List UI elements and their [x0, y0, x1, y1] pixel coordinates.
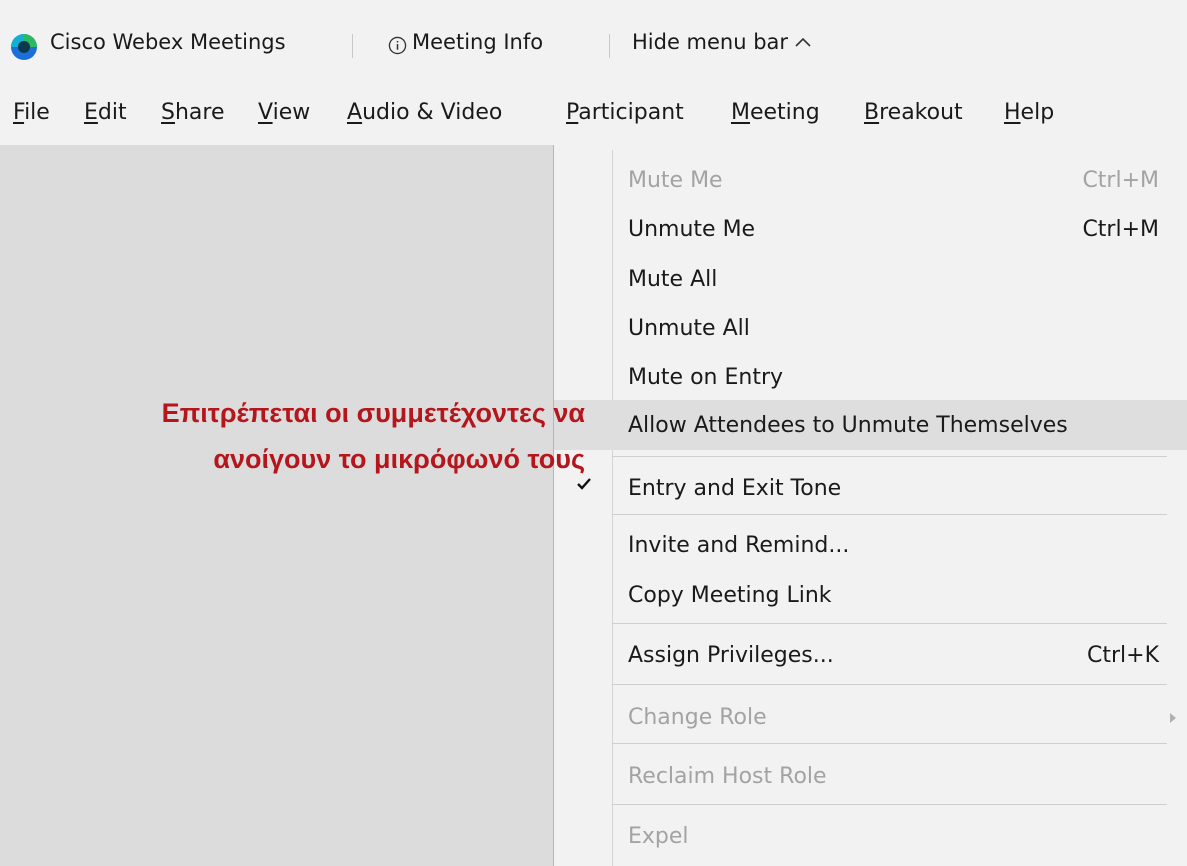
menu-breakout[interactable]: Breakout	[864, 100, 963, 125]
title-divider	[352, 34, 353, 58]
menu-item-shortcut: Ctrl+K	[1086, 642, 1159, 668]
menu-item-label: Reclaim Host Role	[628, 763, 827, 789]
menu-help-rest: elp	[1020, 100, 1055, 125]
menu-help-mnemonic: H	[1004, 100, 1021, 125]
menu-item-label: Unmute Me	[628, 216, 756, 242]
menu-separator	[612, 514, 1167, 515]
menu-file-mnemonic: F	[13, 100, 25, 125]
app-title: Cisco Webex Meetings	[50, 30, 286, 54]
menu-item-label: Change Role	[628, 704, 767, 730]
title-bar: Cisco Webex Meetings Meeting Info Hide m…	[0, 0, 1187, 95]
menu-item-label: Assign Privileges...	[628, 642, 834, 668]
menu-item-entry-exit-tone[interactable]: Entry and Exit Tone	[612, 463, 1169, 513]
menu-edit-rest: dit	[97, 100, 127, 125]
menu-item-reclaim-host-role[interactable]: Reclaim Host Role	[612, 751, 1169, 801]
menu-view[interactable]: View	[258, 100, 310, 125]
menu-item-assign-privileges[interactable]: Assign Privileges... Ctrl+K	[612, 630, 1169, 680]
menu-item-shortcut: Ctrl+M	[1082, 216, 1159, 242]
menu-share-rest: hare	[174, 100, 225, 125]
menu-separator	[612, 623, 1167, 624]
menu-item-unmute-me[interactable]: Unmute Me Ctrl+M	[612, 204, 1169, 254]
menu-edit[interactable]: Edit	[84, 100, 127, 125]
menu-separator	[612, 743, 1167, 744]
menu-view-rest: iew	[272, 100, 311, 125]
meeting-info-button[interactable]: Meeting Info	[412, 30, 543, 54]
menu-item-change-role[interactable]: Change Role	[612, 692, 1169, 742]
menu-item-label: Allow Attendees to Unmute Themselves	[628, 412, 1068, 438]
menu-breakout-mnemonic: B	[864, 100, 880, 125]
menu-separator	[612, 804, 1167, 805]
menu-help[interactable]: Help	[1004, 100, 1054, 125]
menu-item-label: Unmute All	[628, 315, 750, 341]
menu-item-mute-all[interactable]: Mute All	[612, 254, 1169, 304]
menu-meeting[interactable]: Meeting	[731, 100, 820, 125]
menu-participant-mnemonic: P	[566, 100, 579, 125]
annotation-callout: Επιτρέπεται οι συμμετέχοντες να ανοίγουν…	[0, 390, 585, 482]
menu-participant[interactable]: Participant	[566, 100, 684, 125]
menu-file[interactable]: File	[13, 100, 50, 125]
menu-share[interactable]: Share	[161, 100, 225, 125]
menu-item-invite-remind[interactable]: Invite and Remind...	[612, 520, 1169, 570]
info-icon[interactable]	[388, 36, 407, 55]
menu-audio-rest: udio & Video	[362, 100, 503, 125]
annotation-line-2: ανοίγουν το μικρόφωνό τους	[213, 444, 585, 474]
menu-meeting-mnemonic: M	[731, 100, 750, 125]
menu-audio-mnemonic: A	[347, 100, 363, 125]
menu-view-mnemonic: V	[258, 100, 273, 125]
menu-item-unmute-all[interactable]: Unmute All	[612, 303, 1169, 353]
title-divider	[609, 34, 610, 58]
hide-menu-bar-button[interactable]: Hide menu bar	[632, 30, 812, 54]
menu-file-rest: ile	[24, 100, 50, 125]
menu-item-label: Mute All	[628, 266, 718, 292]
menu-edit-mnemonic: E	[84, 100, 98, 125]
menu-item-shortcut: Ctrl+M	[1082, 167, 1159, 193]
menu-item-label: Mute on Entry	[628, 364, 784, 390]
submenu-arrow-icon	[1170, 713, 1176, 723]
menu-separator	[612, 456, 1167, 457]
menu-item-label: Copy Meeting Link	[628, 582, 832, 608]
menu-item-mute-on-entry[interactable]: Mute on Entry	[612, 352, 1169, 402]
menu-item-expel[interactable]: Expel	[612, 811, 1169, 861]
webex-logo-icon	[11, 34, 37, 60]
menu-item-label: Expel	[628, 823, 689, 849]
chevron-up-icon	[795, 37, 811, 47]
menu-breakout-rest: reakout	[879, 100, 963, 125]
annotation-line-1: Επιτρέπεται οι συμμετέχοντες να	[161, 398, 585, 428]
hide-menu-bar-label: Hide menu bar	[632, 30, 789, 54]
menu-item-copy-meeting-link[interactable]: Copy Meeting Link	[612, 570, 1169, 620]
menu-item-allow-attendees-unmute[interactable]: Allow Attendees to Unmute Themselves	[554, 400, 1187, 450]
menu-separator	[612, 684, 1167, 685]
menu-participant-rest: articipant	[578, 100, 684, 125]
menu-meeting-rest: eeting	[749, 100, 820, 125]
menu-item-label: Invite and Remind...	[628, 532, 850, 558]
menu-audio-video[interactable]: Audio & Video	[347, 100, 502, 125]
menu-item-label: Entry and Exit Tone	[628, 475, 842, 501]
menu-share-mnemonic: S	[161, 100, 175, 125]
menu-item-mute-me[interactable]: Mute Me Ctrl+M	[612, 155, 1169, 205]
menu-item-label: Mute Me	[628, 167, 723, 193]
